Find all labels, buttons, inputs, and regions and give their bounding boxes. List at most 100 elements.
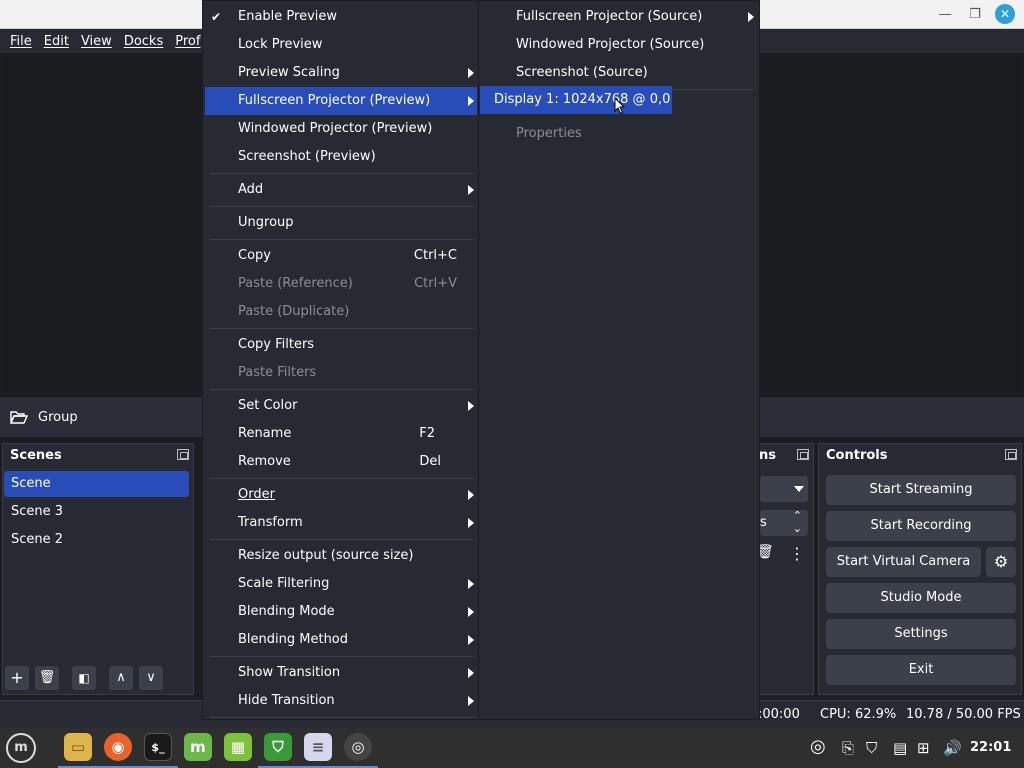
obs-icon[interactable]: ◎: [344, 733, 372, 761]
filter-icon[interactable]: ◧: [72, 666, 96, 690]
menu-item-enable-preview[interactable]: ✔ Enable Preview: [205, 3, 477, 31]
shield-icon[interactable]: ⛉: [264, 733, 292, 761]
move-up-icon[interactable]: ∧: [109, 666, 133, 690]
update-shield-icon[interactable]: ⛉: [866, 739, 877, 757]
menu-item-scale-filtering[interactable]: Scale Filtering: [205, 570, 477, 598]
menu-edit[interactable]: Edit: [38, 34, 75, 49]
display-submenu: Display 1: 1024x768 @ 0,0: [480, 86, 672, 115]
close-icon[interactable]: ✕: [995, 4, 1015, 24]
menu-item-remove[interactable]: Remove Del: [205, 448, 477, 476]
clock[interactable]: 22:01: [970, 740, 1011, 755]
float-dock-icon[interactable]: [797, 449, 809, 460]
menu-separator: [209, 206, 473, 207]
menu-item-fullscreen-projector-source[interactable]: Fullscreen Projector (Source): [481, 3, 757, 31]
menu-item-label: Fullscreen Projector (Source): [516, 9, 703, 24]
chevron-up-icon[interactable]: ⌃: [793, 509, 802, 522]
menu-item-hide-transition[interactable]: Hide Transition: [205, 687, 477, 715]
submenu-arrow-icon: [468, 635, 474, 645]
menu-item-label: Remove: [238, 454, 291, 469]
menu-separator: [209, 389, 473, 390]
start-streaming-button[interactable]: Start Streaming: [826, 475, 1016, 505]
menu-item-blending-mode[interactable]: Blending Mode: [205, 598, 477, 626]
volume-icon[interactable]: 🔊: [943, 739, 962, 757]
menu-item-label: Copy: [238, 248, 271, 263]
menu-item-label: Lock Preview: [238, 37, 323, 52]
menu-item-label: Blending Mode: [238, 604, 335, 619]
submenu-arrow-icon: [468, 490, 474, 500]
submenu-arrow-icon: [468, 401, 474, 411]
mint-menu-icon[interactable]: m: [6, 733, 36, 763]
start-virtual-camera-button[interactable]: Start Virtual Camera: [826, 547, 981, 577]
maximize-icon[interactable]: ❐: [964, 4, 986, 26]
scene-item[interactable]: Scene 2: [4, 527, 189, 553]
software-manager-icon[interactable]: m: [184, 733, 212, 761]
submenu-arrow-icon: [468, 607, 474, 617]
menu-item-label: Screenshot (Source): [516, 65, 648, 80]
submenu-arrow-icon: [748, 12, 754, 22]
taskbar: m ▭ ◉ $_ m ▦ ⛉ ≡ ◎ ◎ ⎘ ⛉ ▤ ⊞ 🔊 22:01: [0, 728, 1024, 768]
menu-item-label: Order: [238, 487, 275, 502]
menu-item-screenshot[interactable]: Screenshot (Preview): [205, 143, 477, 171]
menu-item-windowed-projector-source[interactable]: Windowed Projector (Source): [481, 31, 757, 59]
menu-item-show-transition[interactable]: Show Transition: [205, 659, 477, 687]
scenes-title: Scenes: [10, 448, 62, 463]
menu-item-paste-duplicate: Paste (Duplicate): [205, 298, 477, 326]
menu-item-copy[interactable]: Copy Ctrl+C: [205, 242, 477, 270]
studio-mode-button[interactable]: Studio Mode: [826, 583, 1016, 613]
menu-item-windowed-projector[interactable]: Windowed Projector (Preview): [205, 115, 477, 143]
network-icon[interactable]: ⊞: [917, 739, 930, 757]
more-options-icon[interactable]: ⋮: [789, 544, 805, 563]
menu-item-label: Add: [238, 182, 264, 197]
spreadsheet-icon[interactable]: ▦: [224, 733, 252, 761]
menu-item-properties: Properties: [481, 120, 757, 148]
menu-file[interactable]: File: [4, 34, 38, 49]
start-recording-button[interactable]: Start Recording: [826, 511, 1016, 541]
source-spinbox[interactable]: s ⌃ ⌄: [760, 509, 808, 536]
menu-item-display-1[interactable]: Display 1: 1024x768 @ 0,0: [480, 86, 672, 114]
menu-item-set-color[interactable]: Set Color: [205, 392, 477, 420]
scene-item[interactable]: Scene: [4, 471, 189, 497]
chevron-down-icon[interactable]: ⌄: [793, 522, 802, 535]
submenu-arrow-icon: [468, 579, 474, 589]
folder-icon[interactable]: ▭: [64, 733, 92, 761]
gear-icon[interactable]: ⚙: [986, 547, 1016, 577]
menu-item-label: Hide Transition: [238, 693, 335, 708]
notes-icon[interactable]: ▤: [893, 739, 907, 757]
menu-item-lock-preview[interactable]: Lock Preview: [205, 31, 477, 59]
menu-view[interactable]: View: [75, 34, 118, 49]
firefox-icon[interactable]: ◉: [104, 733, 132, 761]
source-select[interactable]: [760, 476, 808, 502]
menu-item-rename[interactable]: Rename F2: [205, 420, 477, 448]
minimize-icon[interactable]: —: [934, 4, 956, 26]
menu-profile[interactable]: Prof: [169, 34, 206, 49]
trash-icon[interactable]: 🗑: [35, 666, 59, 690]
menu-item-label: Screenshot (Preview): [238, 149, 376, 164]
submenu-arrow-icon: [468, 696, 474, 706]
menu-item-resize-output[interactable]: Resize output (source size): [205, 542, 477, 570]
menu-item-screenshot-source[interactable]: Screenshot (Source): [481, 59, 757, 87]
menu-item-transform[interactable]: Transform: [205, 509, 477, 537]
menu-separator: [209, 239, 473, 240]
text-editor-icon[interactable]: ≡: [304, 733, 332, 761]
menu-item-add[interactable]: Add: [205, 176, 477, 204]
float-dock-icon[interactable]: [177, 449, 189, 460]
menu-item-ungroup[interactable]: Ungroup: [205, 209, 477, 237]
fps-readout: 10.78 / 50.00 FPS: [906, 707, 1021, 722]
menu-item-preview-scaling[interactable]: Preview Scaling: [205, 59, 477, 87]
menu-item-fullscreen-projector[interactable]: Fullscreen Projector (Preview): [205, 87, 477, 115]
terminal-icon[interactable]: $_: [144, 733, 172, 761]
menu-item-copy-filters[interactable]: Copy Filters: [205, 331, 477, 359]
move-down-icon[interactable]: ∨: [139, 666, 163, 690]
keyboard-icon[interactable]: ⎘: [842, 739, 854, 757]
obs-tray-icon[interactable]: ◎: [810, 736, 826, 757]
add-scene-icon[interactable]: +: [5, 666, 29, 690]
float-dock-icon[interactable]: [1005, 449, 1017, 460]
settings-button[interactable]: Settings: [826, 619, 1016, 649]
menu-item-order[interactable]: Order: [205, 481, 477, 509]
exit-button[interactable]: Exit: [826, 655, 1016, 685]
menu-item-blending-method[interactable]: Blending Method: [205, 626, 477, 654]
scene-item[interactable]: Scene 3: [4, 499, 189, 525]
menu-docks[interactable]: Docks: [118, 34, 169, 49]
menu-item-label: Transform: [238, 515, 303, 530]
cpu-usage: CPU: 62.9%: [820, 707, 897, 722]
